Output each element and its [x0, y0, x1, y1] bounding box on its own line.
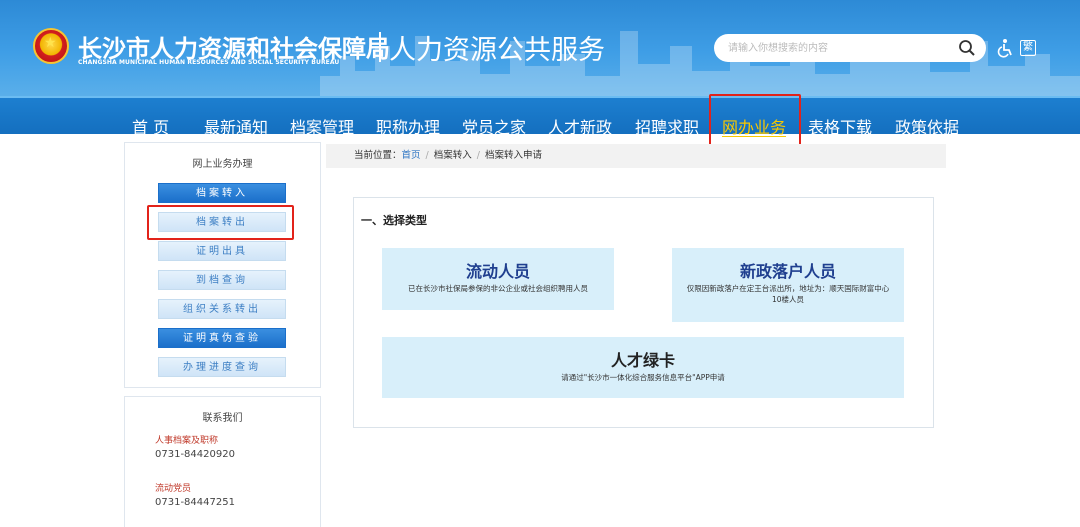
search-box: [714, 34, 986, 62]
breadcrumb-item[interactable]: 档案转入: [434, 150, 472, 161]
breadcrumb-home-link[interactable]: 首页: [402, 150, 421, 161]
sidebar-item-org-transfer[interactable]: 组织关系转出: [158, 299, 286, 319]
search-input[interactable]: [728, 40, 948, 56]
card-new-policy-settlers[interactable]: 新政落户人员 仅限因新政落户在定王台派出所，地址为：顺天国际财富中心10楼人员: [672, 248, 904, 322]
breadcrumb-separator: /: [476, 150, 480, 161]
nav-item-policies[interactable]: 政策依据: [895, 114, 959, 138]
card-talent-green-card[interactable]: 人才绿卡 请通过"长沙市一体化综合服务信息平台"APP申请: [382, 337, 904, 398]
section-title: 一、选择类型: [361, 214, 427, 227]
breadcrumb-current: 档案转入申请: [484, 150, 542, 161]
contact-title: 联系我们: [202, 413, 243, 424]
contact-label: 流动党员: [155, 484, 192, 494]
breadcrumb-separator: /: [425, 150, 429, 161]
sidebar-title: 网上业务办理: [192, 159, 253, 170]
card-description: 请通过"长沙市一体化综合服务信息平台"APP申请: [561, 373, 725, 382]
sidebar: 网上业务办理 档案转入 档案转出 证明出具 到档查询 组织关系转出 证明真伪查验…: [124, 142, 321, 388]
card-title: 流动人员: [465, 262, 530, 281]
main-nav: 首 页 最新通知 档案管理 职称办理 党员之家 人才新政 招聘求职 网办业务 表…: [0, 96, 1080, 137]
card-floating-personnel[interactable]: 流动人员 已在长沙市社保局参保的非公企业或社会组织聘用人员: [382, 248, 614, 310]
site-title-english: CHANGSHA MUNICIPAL HUMAN RESOURCES AND S…: [78, 59, 340, 66]
type-selection-panel: 一、选择类型 流动人员 已在长沙市社保局参保的非公企业或社会组织聘用人员 新政落…: [353, 197, 934, 428]
site-header: ★ 长沙市人力资源和社会保障局 CHANGSHA MUNICIPAL HUMAN…: [0, 0, 1080, 96]
traditional-chinese-icon[interactable]: 繁: [1020, 40, 1036, 56]
card-title: 新政落户人员: [739, 262, 836, 281]
nav-item-party[interactable]: 党员之家: [462, 114, 526, 138]
breadcrumb-prefix: 当前位置：: [354, 150, 402, 161]
site-subtitle: 人力资源公共服务: [389, 35, 605, 66]
nav-item-notices[interactable]: 最新通知: [204, 114, 268, 138]
sidebar-item-archive-in[interactable]: 档案转入: [158, 183, 286, 203]
nav-item-home[interactable]: 首 页: [132, 114, 169, 138]
nav-item-archives[interactable]: 档案管理: [290, 114, 354, 138]
title-divider: [379, 32, 381, 62]
contact-label: 人事档案及职称: [155, 436, 219, 446]
sidebar-item-progress[interactable]: 办理进度查询: [158, 357, 286, 377]
sidebar-item-archive-query[interactable]: 到档查询: [158, 270, 286, 290]
breadcrumb: 当前位置：首页 / 档案转入 / 档案转入申请: [326, 144, 946, 168]
card-title: 人才绿卡: [610, 351, 675, 370]
sidebar-item-verify[interactable]: 证明真伪查验: [158, 328, 286, 348]
emblem-icon: ★: [33, 28, 69, 64]
sidebar-item-certificate[interactable]: 证明出具: [158, 241, 286, 261]
card-description: 仅限因新政落户在定王台派出所，地址为：顺天国际财富中心10楼人员: [686, 284, 890, 304]
accessibility-icon[interactable]: [996, 38, 1014, 58]
search-icon[interactable]: [958, 39, 976, 57]
nav-item-recruitment[interactable]: 招聘求职: [635, 114, 699, 138]
highlight-box-sidebar: [147, 205, 294, 240]
contact-panel: 联系我们 人事档案及职称 0731-84420920 流动党员 0731-844…: [124, 396, 321, 527]
nav-item-talent-policy[interactable]: 人才新政: [548, 114, 612, 138]
contact-phone: 0731-84447251: [155, 497, 235, 508]
nav-item-forms[interactable]: 表格下载: [808, 114, 872, 138]
contact-phone: 0731-84420920: [155, 449, 235, 460]
nav-item-titles[interactable]: 职称办理: [376, 114, 440, 138]
card-description: 已在长沙市社保局参保的非公企业或社会组织聘用人员: [408, 284, 588, 293]
